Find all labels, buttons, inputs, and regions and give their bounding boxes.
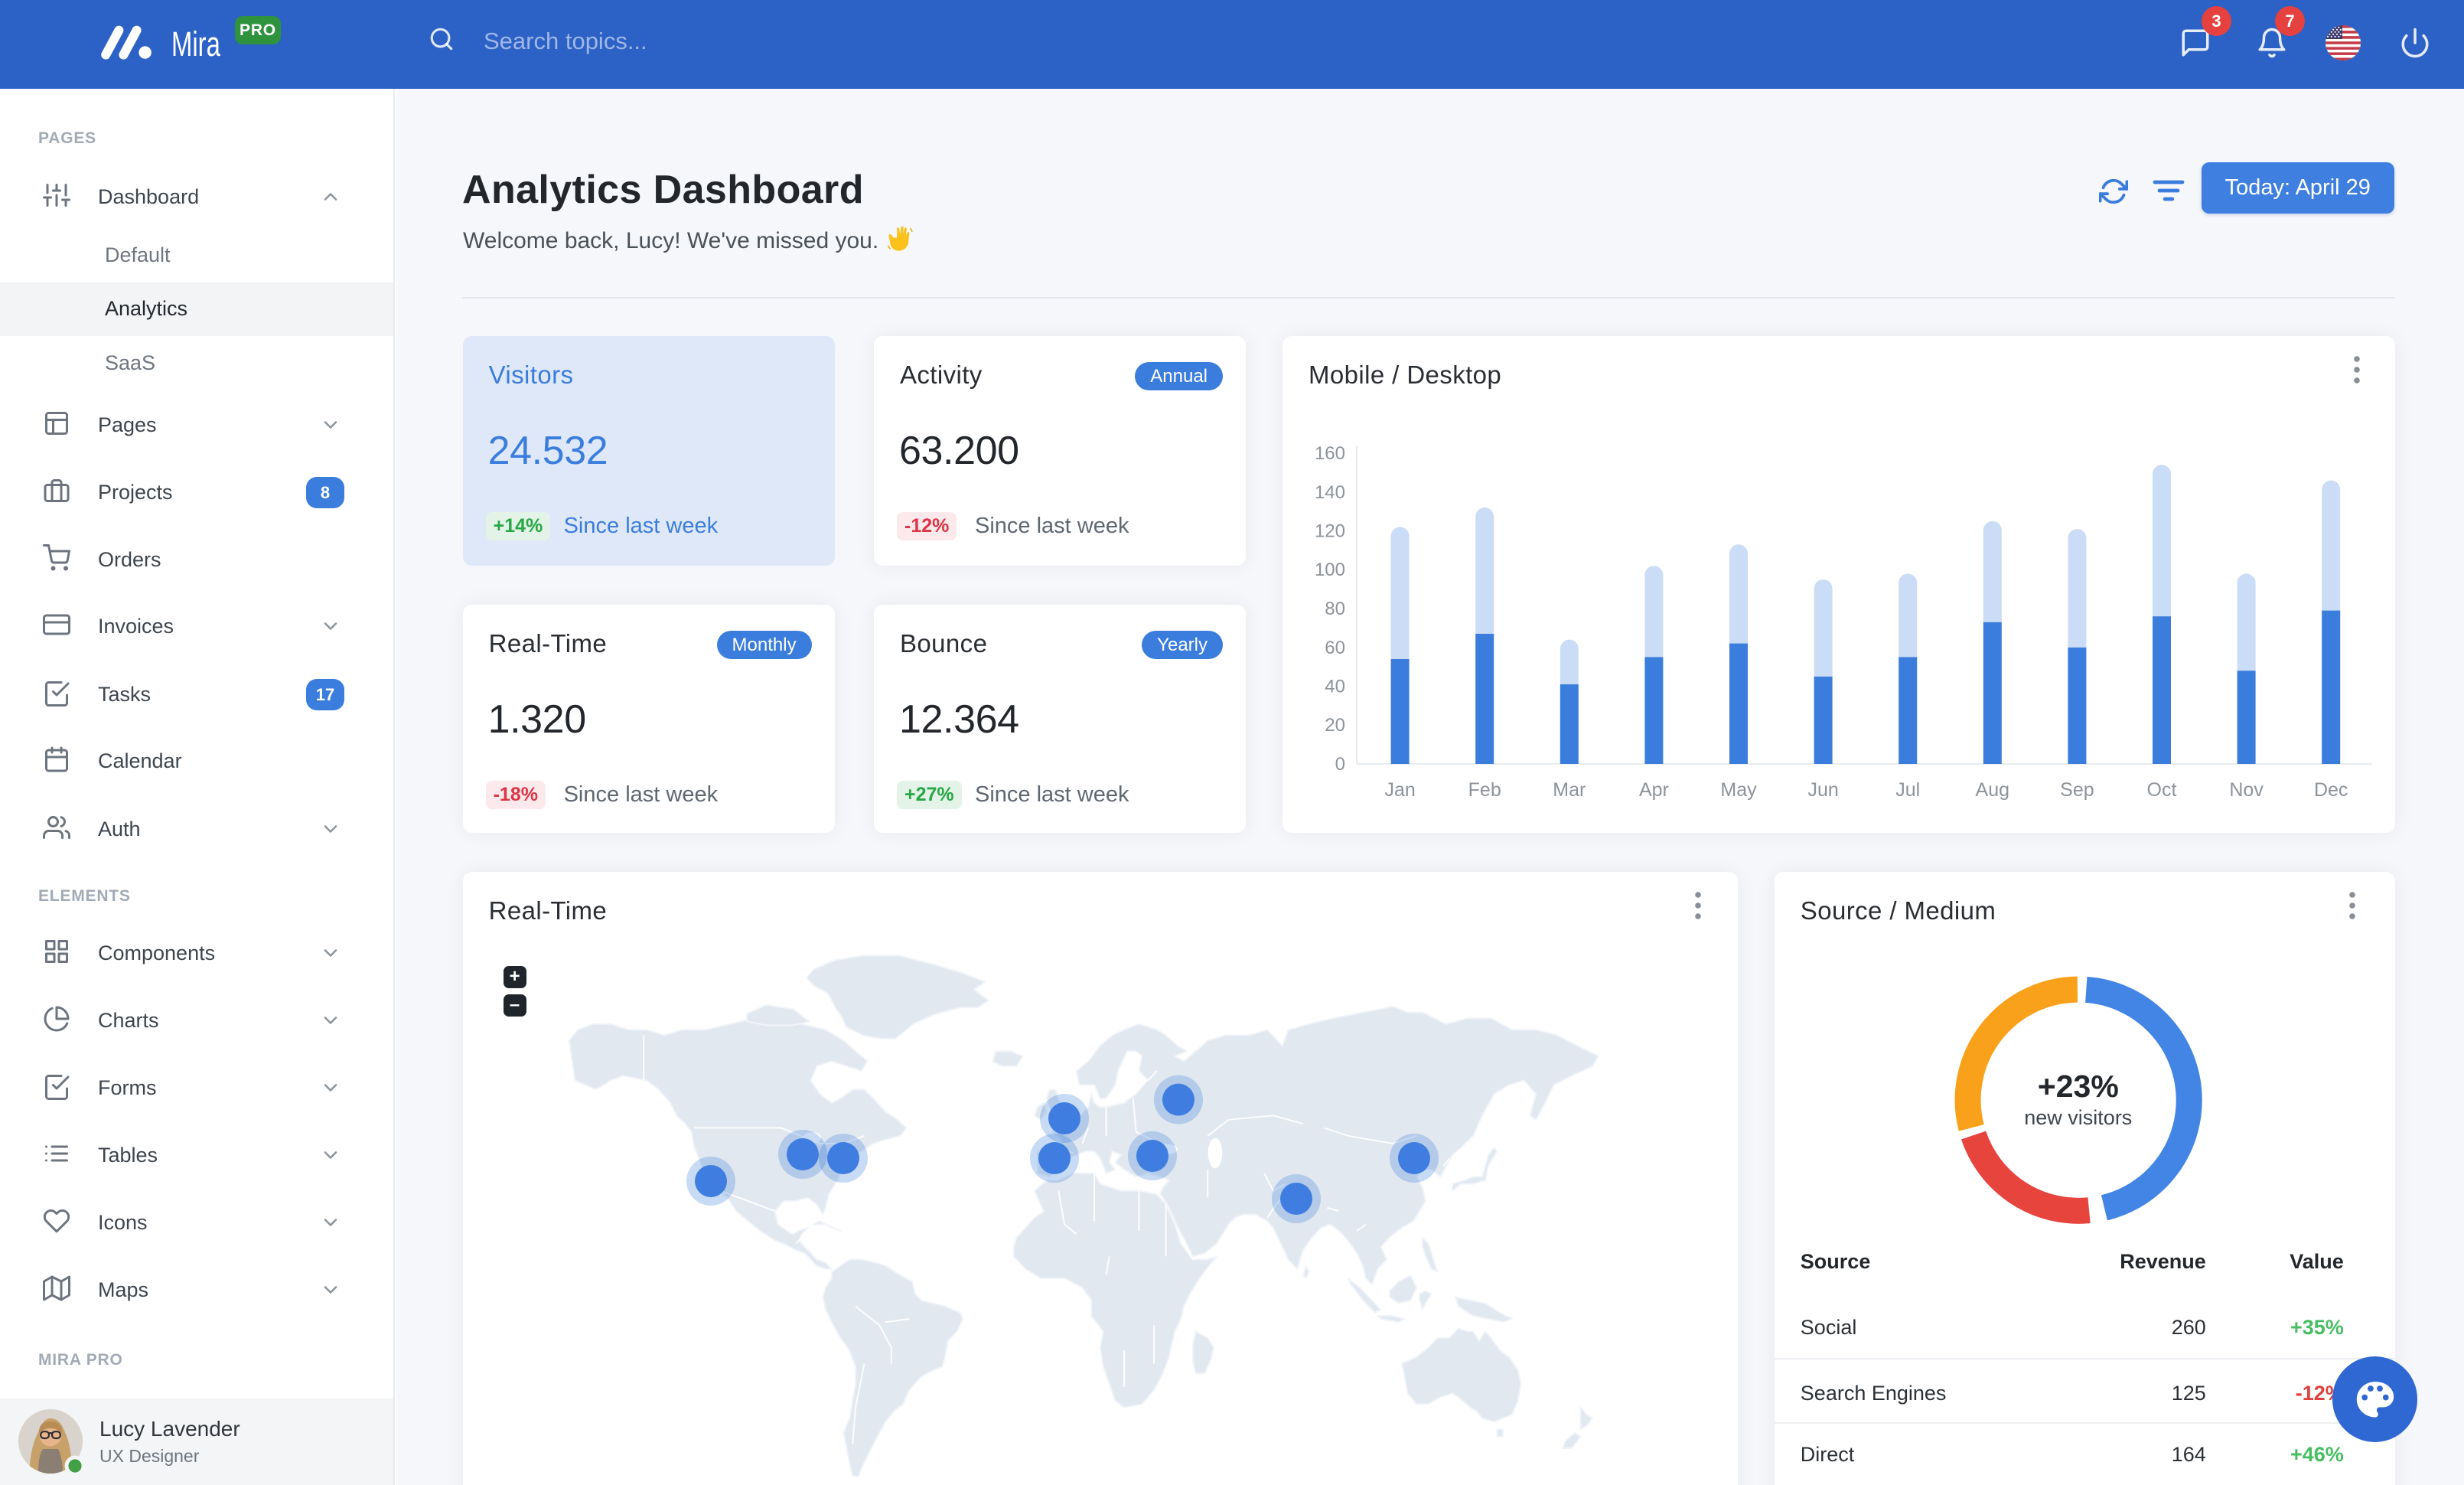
svg-text:Dec: Dec <box>2314 779 2348 801</box>
svg-text:60: 60 <box>1325 638 1345 658</box>
svg-text:Oct: Oct <box>2147 779 2177 801</box>
svg-text:Nov: Nov <box>2229 779 2264 801</box>
svg-text:Jun: Jun <box>1807 779 1838 801</box>
svg-text:0: 0 <box>1335 754 1345 775</box>
svg-text:Sep: Sep <box>2060 779 2094 801</box>
svg-text:120: 120 <box>1315 521 1345 541</box>
svg-text:Mar: Mar <box>1553 779 1586 801</box>
svg-text:140: 140 <box>1315 482 1345 503</box>
svg-text:100: 100 <box>1315 560 1345 580</box>
svg-text:20: 20 <box>1325 715 1345 736</box>
svg-text:Jul: Jul <box>1895 779 1920 801</box>
svg-text:Aug: Aug <box>1976 779 2009 801</box>
svg-text:Jan: Jan <box>1384 779 1415 801</box>
svg-text:40: 40 <box>1325 676 1345 697</box>
svg-text:May: May <box>1720 779 1757 801</box>
svg-text:Apr: Apr <box>1639 779 1669 801</box>
svg-text:80: 80 <box>1325 599 1345 619</box>
svg-text:Feb: Feb <box>1468 779 1501 801</box>
svg-text:160: 160 <box>1315 443 1345 464</box>
